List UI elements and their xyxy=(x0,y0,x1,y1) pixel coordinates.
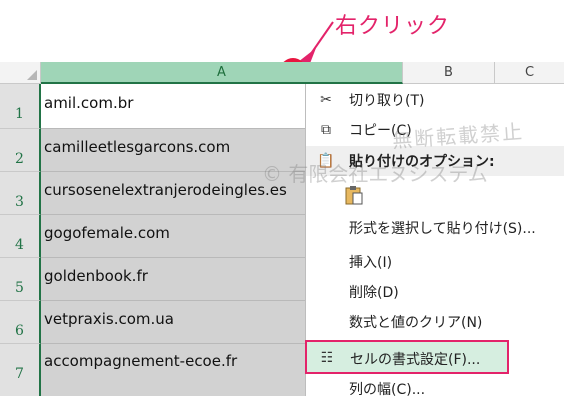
scissors-icon: ✂ xyxy=(320,92,332,108)
copy-icon: ⧉ xyxy=(321,122,331,138)
right-click-annotation: 右クリック xyxy=(335,14,451,39)
row-header-1[interactable]: 1 xyxy=(0,84,41,129)
row-header-2[interactable]: 2 xyxy=(0,129,41,172)
cell-a7[interactable]: accompagnement-ecoe.fr xyxy=(41,344,305,396)
row-header-6[interactable]: 6 xyxy=(0,301,41,344)
menu-item-column-width[interactable]: 列の幅(C)... xyxy=(306,374,564,404)
menu-item-format-cells[interactable]: ☷ セルの書式設定(F)... xyxy=(305,340,509,374)
cell-a5[interactable]: goldenbook.fr xyxy=(41,258,305,301)
menu-item-clear-contents[interactable]: 数式と値のクリア(N) xyxy=(306,307,564,337)
menu-item-paste-special[interactable]: 形式を選択して貼り付け(S)... xyxy=(306,213,564,243)
row-header-7[interactable]: 7 xyxy=(0,344,41,396)
menu-item-delete[interactable]: 削除(D) xyxy=(306,277,564,307)
menu-item-cut[interactable]: ✂ 切り取り(T) xyxy=(306,85,564,115)
cell-a6[interactable]: vetpraxis.com.ua xyxy=(41,301,305,344)
column-header-c[interactable]: C xyxy=(495,62,564,84)
menu-item-insert[interactable]: 挿入(I) xyxy=(306,247,564,277)
row-header-3[interactable]: 3 xyxy=(0,172,41,215)
column-header-b[interactable]: B xyxy=(403,62,495,84)
format-cells-icon: ☷ xyxy=(320,350,334,366)
paste-icon[interactable] xyxy=(345,185,363,205)
select-all-corner[interactable] xyxy=(0,62,41,84)
cell-a1[interactable]: amil.com.br xyxy=(41,84,305,129)
cell-a4[interactable]: gogofemale.com xyxy=(41,215,305,258)
row-header-4[interactable]: 4 xyxy=(0,215,41,258)
watermark-text-2: © 有限会社エヌシステム xyxy=(262,162,488,186)
column-header-a[interactable]: A xyxy=(41,62,403,84)
row-header-5[interactable]: 5 xyxy=(0,258,41,301)
